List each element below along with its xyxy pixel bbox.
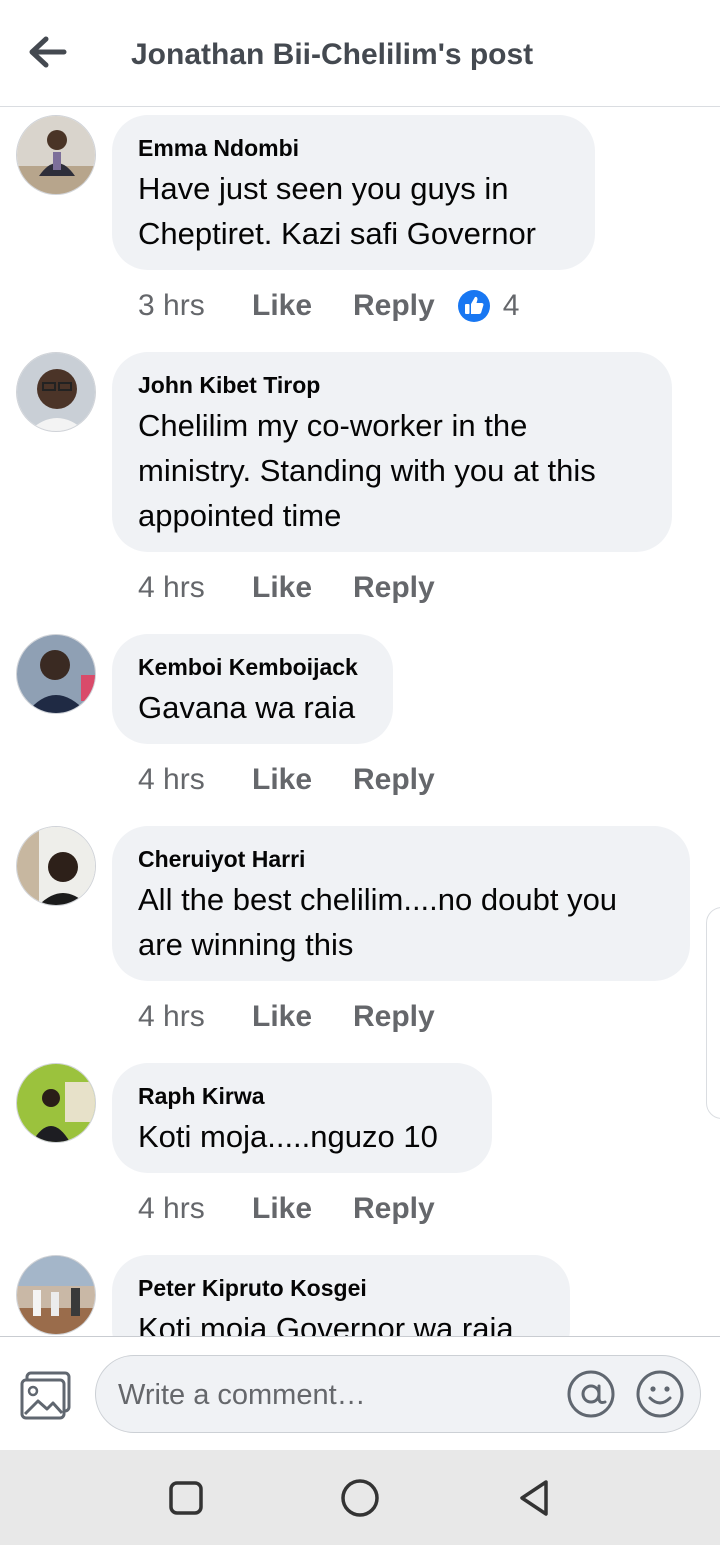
comment-author[interactable]: Kemboi Kemboijack [138,652,367,682]
system-nav-bar [0,1450,720,1545]
comment-bubble[interactable]: Raph Kirwa Koti moja.....nguzo 10 [112,1063,492,1173]
edge-panel-handle[interactable] [706,907,720,1119]
recent-apps-icon [169,1481,203,1515]
page-title: Jonathan Bii-Chelilim's post [131,38,534,71]
comment-item: John Kibet Tirop Chelilim my co-worker i… [0,352,720,617]
comment-item: Raph Kirwa Koti moja.....nguzo 10 4 hrs … [0,1063,720,1243]
comment-author[interactable]: Emma Ndombi [138,133,569,163]
home-button[interactable] [336,1474,384,1522]
comment-author[interactable]: Cheruiyot Harri [138,844,664,874]
comment-text: Koti moja.....nguzo 10 [138,1119,438,1154]
home-icon [341,1479,379,1517]
comment-list[interactable]: Emma Ndombi Have just seen you guys in C… [0,107,720,1336]
photo-icon [20,1371,71,1420]
avatar[interactable] [16,1255,96,1335]
reply-button[interactable]: Reply [353,1192,435,1226]
comment-bubble[interactable]: Kemboi Kemboijack Gavana wa raia [112,634,393,744]
comment-input[interactable] [116,1372,550,1418]
mention-button[interactable] [566,1369,616,1419]
avatar[interactable] [16,115,96,195]
comment-author[interactable]: John Kibet Tirop [138,370,646,400]
comment-item: Kemboi Kemboijack Gavana wa raia 4 hrs L… [0,634,720,814]
comment-bubble[interactable]: Cheruiyot Harri All the best chelilim...… [112,826,690,981]
back-button[interactable] [24,32,72,72]
comment-text: All the best chelilim....no doubt you ar… [138,882,618,962]
emoji-button[interactable] [635,1369,685,1419]
comment-bubble[interactable]: John Kibet Tirop Chelilim my co-worker i… [112,352,672,552]
comment-time[interactable]: 3 hrs [138,289,252,323]
comment-time[interactable]: 4 hrs [138,763,252,797]
comment-text: Koti moja Governor wa raia [138,1311,514,1336]
comment-time[interactable]: 4 hrs [138,1192,252,1226]
reply-button[interactable]: Reply [353,1000,435,1034]
comment-bubble[interactable]: Peter Kipruto Kosgei Koti moja Governor … [112,1255,570,1336]
comment-author[interactable]: Peter Kipruto Kosgei [138,1273,544,1303]
post-header: Jonathan Bii-Chelilim's post [0,0,720,107]
avatar[interactable] [16,352,96,432]
emoji-icon [636,1370,684,1418]
comment-composer [0,1336,720,1451]
thumbs-up-icon [457,290,490,322]
comment-item: Peter Kipruto Kosgei Koti moja Governor … [0,1255,720,1336]
reply-button[interactable]: Reply [353,763,435,797]
comment-text: Chelilim my co-worker in the ministry. S… [138,408,596,533]
comment-item: Emma Ndombi Have just seen you guys in C… [0,115,720,345]
comment-actions: 4 hrs Like Reply [138,997,435,1037]
like-button[interactable]: Like [252,1192,353,1226]
like-button[interactable]: Like [252,1000,353,1034]
reaction-count: 4 [502,289,520,322]
comment-actions: 3 hrs Like Reply 4 [138,286,519,326]
comment-item: Cheruiyot Harri All the best chelilim...… [0,826,720,1046]
reaction-summary[interactable]: 4 [457,289,520,323]
avatar[interactable] [16,826,96,906]
comment-actions: 4 hrs Like Reply [138,568,435,608]
comment-time[interactable]: 4 hrs [138,571,252,605]
reply-button[interactable]: Reply [353,571,435,605]
comment-text: Have just seen you guys in Cheptiret. Ka… [138,171,537,251]
avatar[interactable] [16,634,96,714]
reply-button[interactable]: Reply [353,289,435,323]
like-button[interactable]: Like [252,763,353,797]
comment-time[interactable]: 4 hrs [138,1000,252,1034]
like-button[interactable]: Like [252,571,353,605]
system-back-button[interactable] [510,1474,558,1522]
like-button[interactable]: Like [252,289,353,323]
comment-text: Gavana wa raia [138,690,356,725]
at-sign-icon [567,1370,615,1418]
back-icon [520,1480,548,1516]
arrow-left-icon [29,36,67,68]
comment-actions: 4 hrs Like Reply [138,760,435,800]
comment-actions: 4 hrs Like Reply [138,1189,435,1229]
add-photo-button[interactable] [18,1367,76,1425]
recent-apps-button[interactable] [162,1474,210,1522]
comment-bubble[interactable]: Emma Ndombi Have just seen you guys in C… [112,115,595,270]
avatar[interactable] [16,1063,96,1143]
comment-input-box[interactable] [95,1355,701,1433]
comment-author[interactable]: Raph Kirwa [138,1081,466,1111]
